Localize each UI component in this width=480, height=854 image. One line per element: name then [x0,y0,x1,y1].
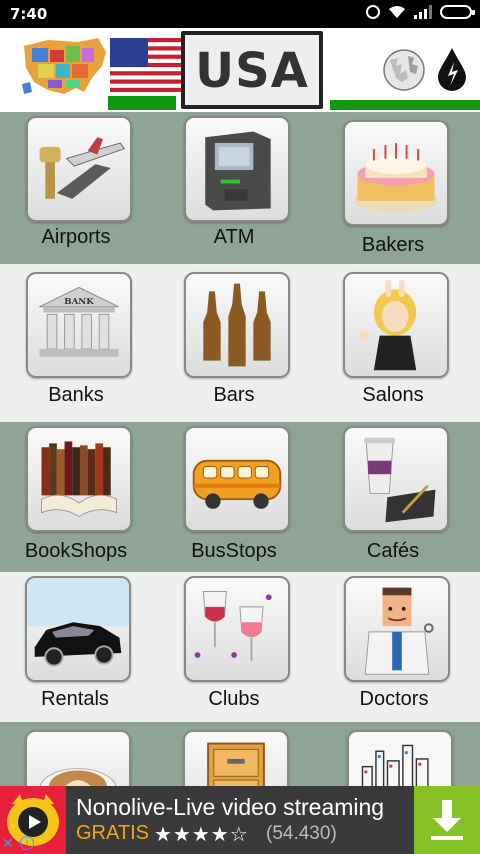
tile-bakers[interactable]: Bakers [323,112,463,262]
ad-rating-count: (54.430) [266,823,337,844]
status-time: 7:40 [10,5,48,23]
tile-rentals[interactable]: Rentals [5,572,145,722]
tile-busstops[interactable]: BusStops [164,422,304,572]
tile-label: ATM [213,226,255,248]
close-icon[interactable]: ✕ [2,836,16,850]
doctor-icon [344,576,450,682]
green-bar [108,96,176,110]
ad-rating-stars: ★★★★☆ [154,824,249,846]
atm-icon [184,116,290,222]
grid-row: Rentals Clubs Doctors [0,572,480,722]
ad-free-label: GRATIS [76,822,149,844]
grid-row: BANK Banks Bars Salons [0,264,480,422]
tile-airports[interactable]: Airports [6,112,146,262]
wifi-icon [389,6,405,18]
grid-row: BookShops BusStops Cafés [0,422,480,572]
bus-icon [184,426,290,532]
tile-bookshops[interactable]: BookShops [6,422,146,572]
tile-bars[interactable]: Bars [164,264,304,414]
coffee-cup-icon [343,426,449,532]
tile-label: BusStops [191,540,277,562]
tile-salons[interactable]: Salons [323,264,463,414]
tile-clubs[interactable]: Clubs [164,572,304,722]
airplane-icon [26,116,132,222]
tile-label: Cafés [366,540,420,562]
ad-banner[interactable]: Nonolive-Live video streaming GRATIS ★★★… [0,786,480,854]
tile-label: BookShops [24,540,128,562]
tile-latte[interactable] [5,722,145,836]
signal-icon [414,5,432,19]
grid-row: Airports ATM Bakers [0,112,480,264]
usa-map-icon[interactable] [18,32,110,104]
tile-label: Salons [362,384,424,406]
tile-label: Airports [41,226,111,248]
green-bar [330,100,480,110]
tile-label: Banks [48,384,104,406]
tile-city[interactable] [327,722,467,836]
page-title: USA [195,43,309,99]
tile-label: Bars [213,384,255,406]
cake-icon [343,120,449,226]
title-box: USA [181,31,323,109]
tile-atm[interactable]: ATM [164,112,304,262]
tile-label: Rentals [41,688,109,710]
tile-banks[interactable]: BANK Banks [6,264,146,414]
tile-cafes[interactable]: Cafés [323,422,463,572]
salon-woman-icon [343,272,449,378]
download-button[interactable] [414,786,480,854]
tile-label: Bakers [361,234,425,256]
svg-text:BANK: BANK [64,297,94,307]
drop-icon[interactable] [435,46,469,92]
alarm-icon [366,5,380,19]
battery-icon [440,5,475,19]
tile-label: Clubs [208,688,260,710]
beer-bottles-icon [184,272,290,378]
car-icon [25,576,131,682]
tile-files[interactable] [163,722,303,836]
status-bar: 7:40 [0,0,480,28]
bank-icon: BANK [26,272,132,378]
grid-row [0,722,480,836]
tile-label: Doctors [359,688,429,710]
category-grid: Airports ATM Bakers BANK Banks Bars Salo… [0,112,480,836]
download-icon [431,800,463,840]
status-icons [366,5,475,19]
books-icon [26,426,132,532]
ad-title[interactable]: Nonolive-Live video streaming [76,794,384,821]
wikipedia-globe-icon[interactable] [382,48,426,92]
tile-doctors[interactable]: Doctors [324,572,464,722]
wine-glasses-icon [184,576,290,682]
info-icon[interactable]: i [20,836,34,850]
app-header: USA [0,28,480,114]
